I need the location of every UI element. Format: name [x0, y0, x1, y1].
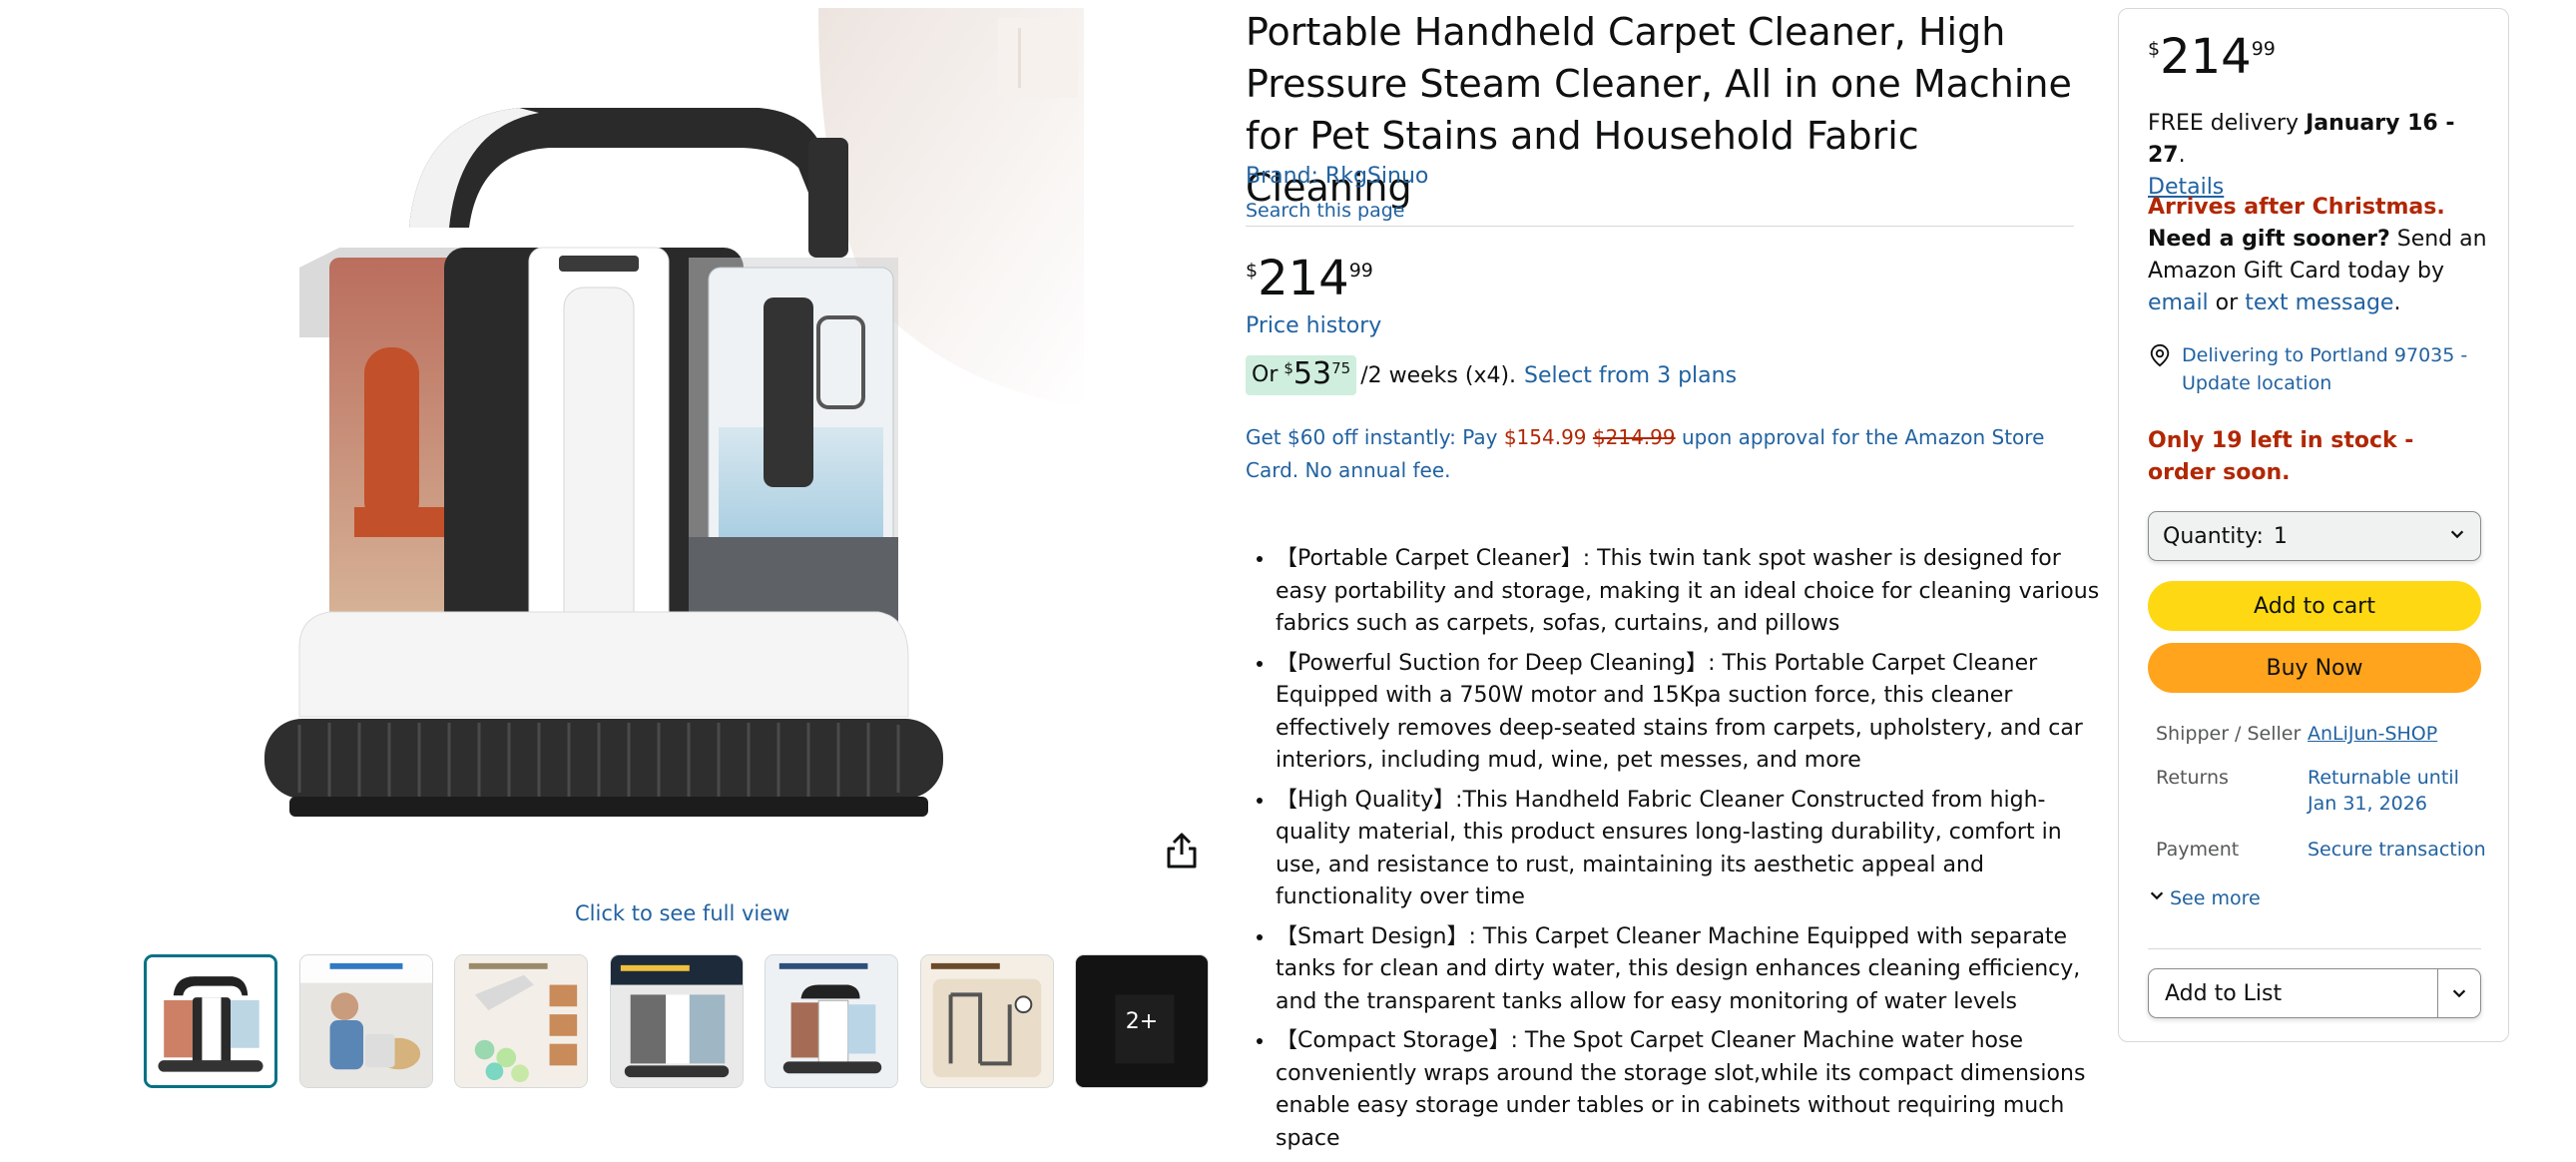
shipper-label: Shipper / Seller [2156, 723, 2302, 745]
select-plans-link[interactable]: Select from 3 plans [1524, 363, 1737, 388]
payment-label: Payment [2156, 839, 2240, 861]
thumbnail-2[interactable] [299, 954, 433, 1088]
price-symbol: $ [1246, 260, 1259, 282]
feature-bullet: 【Portable Carpet Cleaner】: This twin tan… [1276, 543, 2114, 641]
card-offer-new-price: $154.99 [1503, 425, 1587, 449]
quantity-select[interactable]: Quantity: 1 [2148, 511, 2481, 561]
location-text: Delivering to Portland 97035 - Update lo… [2182, 344, 2468, 394]
chevron-down-icon [2452, 989, 2466, 998]
secure-transaction-link[interactable]: Secure transaction [2308, 837, 2487, 863]
buybox-price: $21499 [2148, 30, 2276, 84]
feature-bullet: 【Smart Design】: This Carpet Cleaner Mach… [1276, 921, 2114, 1019]
stock-status: Only 19 left in stock - order soon. [2148, 428, 2414, 485]
delivery-suffix: . [2178, 143, 2186, 168]
price-whole: 214 [1258, 251, 1349, 306]
arrives-after-christmas: Arrives after Christmas. [2148, 195, 2445, 220]
divider [1246, 226, 2074, 227]
thumbnail-6[interactable] [920, 954, 1054, 1088]
card-offer-old-price: $214.99 [1592, 425, 1676, 449]
thumbnail-4-image [611, 955, 743, 1087]
gift-message: Arrives after Christmas. Need a gift soo… [2148, 192, 2487, 319]
buybox-price-symbol: $ [2148, 38, 2161, 60]
thumbnail-3-image [455, 955, 587, 1087]
chevron-down-icon [2148, 886, 2166, 909]
installment-fraction: 75 [1331, 359, 1351, 377]
thumbnail-6-image [921, 955, 1053, 1087]
see-more-link[interactable]: See more [2148, 886, 2261, 909]
see-more-label: See more [2170, 886, 2261, 909]
delivery-prefix: FREE delivery [2148, 111, 2300, 136]
installment-offer: Or $53 75 /2 weeks (x4). Select from 3 pl… [1246, 355, 1737, 395]
add-to-list-button[interactable]: Add to List [2149, 969, 2437, 1017]
add-to-cart-button[interactable]: Add to cart [2148, 581, 2481, 631]
quantity-label: Quantity: [2163, 523, 2264, 549]
brand-link[interactable]: Brand: RkgSinuo [1246, 164, 1428, 189]
buy-now-button[interactable]: Buy Now [2148, 643, 2481, 693]
divider [2148, 948, 2481, 949]
seller-link[interactable]: AnLiJun-SHOP [2308, 721, 2487, 747]
feature-bullet: 【Powerful Suction for Deep Cleaning】: Th… [1276, 648, 2114, 778]
thumbnail-7[interactable]: 2+ [1075, 954, 1209, 1088]
delivery-info: FREE delivery January 16 - 27. Details [2148, 108, 2487, 204]
add-to-list-control: Add to List [2148, 968, 2481, 1018]
returns-link[interactable]: Returnable until Jan 31, 2026 [2308, 765, 2487, 817]
thumbnail-5[interactable] [765, 954, 898, 1088]
add-to-list-dropdown[interactable] [2437, 969, 2480, 1017]
carpet-cleaner-image [259, 8, 1084, 837]
installment-price-highlight: Or $53 75 [1246, 355, 1357, 395]
thumbnail-3[interactable] [454, 954, 588, 1088]
main-product-image[interactable] [259, 8, 1084, 837]
click-full-view-link[interactable]: Click to see full view [575, 901, 789, 925]
chevron-down-icon [2448, 524, 2466, 549]
store-card-offer-link[interactable]: Get $60 off instantly: Pay $154.99 $214.… [1246, 421, 2084, 487]
installment-term: /2 weeks (x4). [1360, 362, 1517, 388]
search-this-page-link[interactable]: Search this page [1246, 200, 1404, 222]
thumbnail-4[interactable] [610, 954, 744, 1088]
location-pin-icon [2148, 343, 2174, 397]
or-text: or [2215, 290, 2239, 315]
feature-bullet: 【Compact Storage】: The Spot Carpet Clean… [1276, 1025, 2114, 1155]
share-icon[interactable] [1164, 831, 1200, 871]
installment-or: Or [1252, 361, 1279, 387]
gift-sooner: Need a gift sooner? [2148, 227, 2390, 252]
returns-label: Returns [2156, 767, 2229, 789]
more-images-count: 2+ [1076, 955, 1208, 1087]
text-message-link[interactable]: text message [2245, 290, 2393, 315]
product-price: $21499 [1246, 252, 1373, 305]
thumbnail-1[interactable] [144, 954, 277, 1088]
quantity-value: 1 [2273, 523, 2288, 549]
delivery-location-link[interactable]: Delivering to Portland 97035 - Update lo… [2148, 341, 2487, 397]
gift-period: . [2393, 290, 2401, 315]
thumbnail-1-image [147, 957, 274, 1085]
installment-whole: 53 [1292, 356, 1332, 391]
thumbnail-2-image [300, 955, 432, 1087]
email-link[interactable]: email [2148, 290, 2209, 315]
card-offer-prefix: Get $60 off instantly: Pay [1246, 425, 1498, 449]
price-fraction: 99 [1348, 260, 1373, 282]
thumbnail-5-image [766, 955, 897, 1087]
buybox-price-fraction: 99 [2251, 38, 2276, 60]
price-history-link[interactable]: Price history [1246, 313, 1381, 338]
feature-bullet: 【High Quality】:This Handheld Fabric Clea… [1276, 785, 2114, 914]
feature-bullets: 【Portable Carpet Cleaner】: This twin tan… [1246, 543, 2114, 1162]
buybox-price-whole: 214 [2160, 29, 2252, 85]
installment-symbol: $ [1284, 359, 1293, 377]
